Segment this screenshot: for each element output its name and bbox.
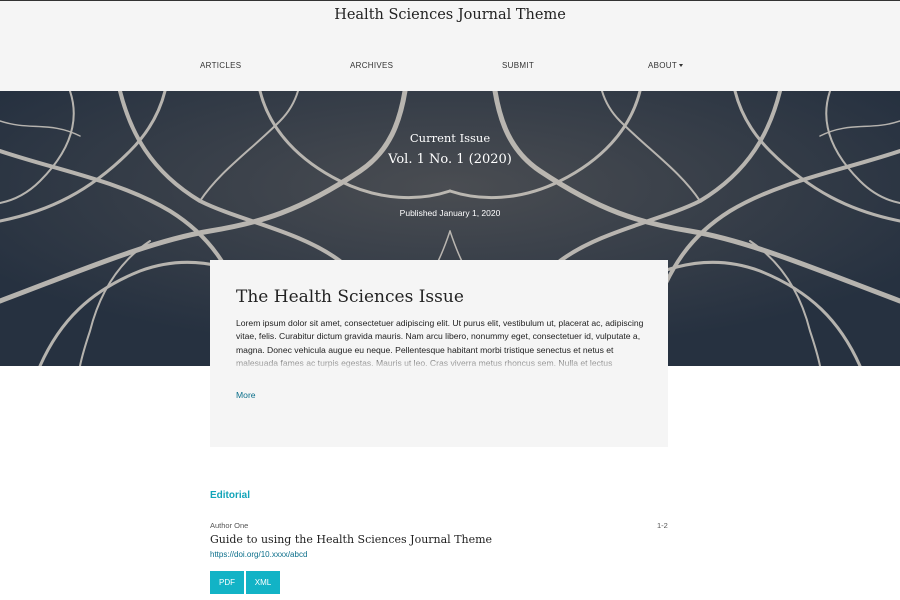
site-title[interactable]: Health Sciences Journal Theme — [0, 7, 900, 23]
description-fade-overlay — [236, 353, 644, 371]
article-author: Author One — [210, 521, 249, 530]
xml-galley-button[interactable]: XML — [246, 571, 280, 594]
site-header: Health Sciences Journal Theme ARTICLES A… — [0, 1, 900, 91]
issue-published-date: Published January 1, 2020 — [399, 208, 501, 218]
nav-item-about-label: ABOUT — [648, 61, 678, 70]
nav-item-articles[interactable]: ARTICLES — [200, 61, 241, 70]
article-pages: 1-2 — [657, 521, 668, 530]
nav-item-archives[interactable]: ARCHIVES — [350, 61, 393, 70]
caret-down-icon — [679, 64, 684, 67]
more-link[interactable]: More — [236, 390, 256, 400]
nav-item-submit[interactable]: SUBMIT — [502, 61, 534, 70]
issue-description-card: The Health Sciences Issue Lorem ipsum do… — [210, 260, 668, 447]
toc-section-heading: Editorial — [210, 490, 251, 501]
issue-description-container: Lorem ipsum dolor sit amet, consectetuer… — [236, 317, 644, 371]
nav-item-about[interactable]: ABOUT — [648, 61, 684, 70]
issue-volume[interactable]: Vol. 1 No. 1 (2020) — [0, 152, 900, 167]
current-issue-label: Current Issue — [409, 131, 491, 145]
article-doi-link[interactable]: https://doi.org/10.xxxx/abcd — [210, 550, 307, 559]
issue-title: The Health Sciences Issue — [236, 287, 464, 307]
article-title-link[interactable]: Guide to using the Health Sciences Journ… — [210, 533, 492, 546]
main-nav: ARTICLES ARCHIVES SUBMIT ABOUT — [0, 61, 900, 75]
pdf-galley-button[interactable]: PDF — [210, 571, 244, 594]
